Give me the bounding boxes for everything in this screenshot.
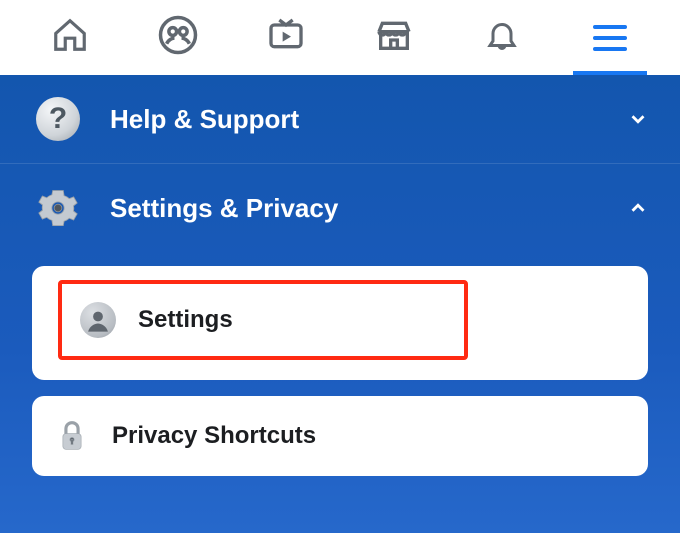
settings-card-wrapper[interactable]: Settings (32, 266, 648, 380)
nav-notifications[interactable] (457, 0, 547, 75)
submenu-settings-label: Settings (138, 306, 233, 334)
help-icon: ? (36, 97, 80, 141)
watch-icon (266, 15, 306, 60)
menu-settings-privacy-label: Settings & Privacy (110, 193, 624, 224)
nav-menu[interactable] (565, 0, 655, 75)
nav-watch[interactable] (241, 0, 331, 75)
submenu-settings[interactable]: Settings (58, 280, 468, 360)
lock-icon (54, 418, 90, 454)
nav-groups[interactable] (133, 0, 223, 75)
nav-home[interactable] (25, 0, 115, 75)
avatar-icon (80, 302, 116, 338)
menu-help-support[interactable]: ? Help & Support (0, 75, 680, 164)
marketplace-icon (374, 15, 414, 60)
chevron-down-icon (624, 105, 652, 133)
submenu-privacy-shortcuts[interactable]: Privacy Shortcuts (32, 396, 648, 476)
chevron-up-icon (624, 194, 652, 222)
menu-icon (593, 25, 627, 51)
gear-icon (36, 186, 80, 230)
groups-icon (157, 14, 199, 61)
menu-panel: ? Help & Support Settings & Privacy Sett… (0, 75, 680, 533)
home-icon (51, 16, 89, 59)
bell-icon (484, 17, 520, 58)
settings-privacy-submenu: Settings Privacy Shortcuts (0, 252, 680, 476)
nav-marketplace[interactable] (349, 0, 439, 75)
top-nav (0, 0, 680, 75)
menu-help-label: Help & Support (110, 104, 624, 135)
menu-settings-privacy[interactable]: Settings & Privacy (0, 164, 680, 252)
submenu-privacy-shortcuts-label: Privacy Shortcuts (112, 422, 316, 450)
